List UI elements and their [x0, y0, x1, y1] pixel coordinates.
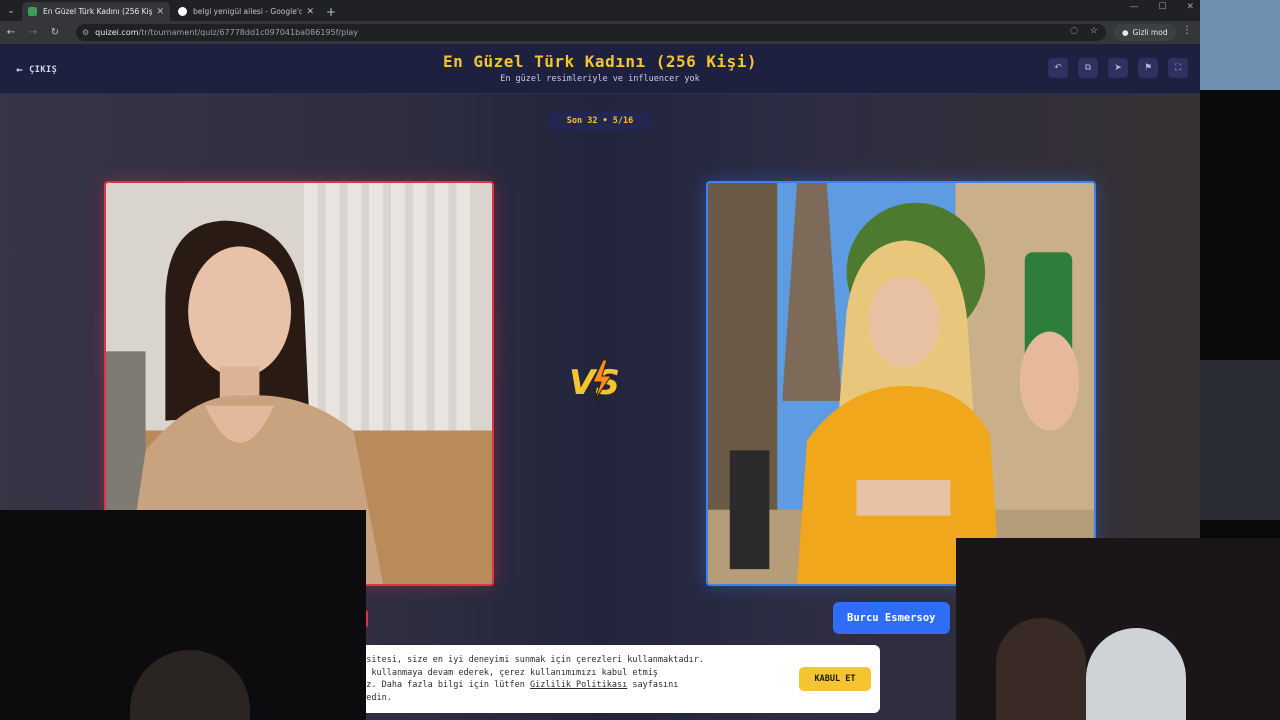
- address-bar[interactable]: ⚙ quizei.com/tr/tournament/quiz/67778dd1…: [76, 24, 1106, 41]
- flag-icon[interactable]: ⚑: [1138, 58, 1158, 78]
- right-name-button[interactable]: Burcu Esmersoy: [833, 602, 950, 634]
- tab-title: belgi yenigül ailesi - Google'da: [193, 7, 303, 16]
- quiz-title: En Güzel Türk Kadını (256 Kişi): [442, 52, 758, 71]
- tab-google[interactable]: belgi yenigül ailesi - Google'da ✕: [172, 2, 320, 21]
- maximize-icon[interactable]: ☐: [1158, 2, 1166, 12]
- versus-icon: VS: [569, 359, 620, 403]
- new-tab-button[interactable]: +: [322, 2, 340, 21]
- back-icon[interactable]: ←: [0, 27, 22, 38]
- webcam-overlay-left: [0, 510, 366, 720]
- forward-icon[interactable]: →: [22, 27, 44, 38]
- person-silhouette: [996, 618, 1086, 720]
- browser-tab-bar: ⌄ En Güzel Türk Kadını (256 Kişi) ✕ belg…: [0, 0, 1200, 21]
- tab-title: En Güzel Türk Kadını (256 Kişi): [43, 7, 153, 16]
- quiz-favicon-icon: [28, 7, 37, 16]
- screen: ⌄ En Güzel Türk Kadını (256 Kişi) ✕ belg…: [0, 0, 1280, 720]
- site-info-icon[interactable]: ⚙: [82, 28, 89, 37]
- bookmark-star-icon[interactable]: ☆: [1090, 26, 1098, 36]
- close-tab-icon[interactable]: ✕: [306, 7, 314, 17]
- close-tab-icon[interactable]: ✕: [156, 7, 164, 17]
- side-thumbnail: [1200, 360, 1280, 520]
- side-thumbnail: [1200, 0, 1280, 90]
- fullscreen-icon[interactable]: ⛶: [1168, 58, 1188, 78]
- site-header: ← ÇIKIŞ En Güzel Türk Kadını (256 Kişi) …: [0, 44, 1200, 94]
- window-controls: — ☐ ✕: [1129, 2, 1194, 12]
- google-favicon-icon: [178, 7, 187, 16]
- share-icon[interactable]: ⧉: [1078, 58, 1098, 78]
- eye-off-icon[interactable]: ◌: [1070, 26, 1078, 36]
- tab-search-icon[interactable]: ⌄: [0, 0, 22, 21]
- webcam-overlay-right: [956, 538, 1280, 720]
- round-indicator: Son 32 • 5/16: [547, 111, 653, 131]
- right-candidate-image: [708, 183, 1094, 584]
- quiz-subtitle: En güzel resimleriyle ve influencer yok: [500, 74, 700, 84]
- url-text: quizei.com/tr/tournament/quiz/67778dd1c0…: [95, 28, 359, 37]
- right-candidate-card[interactable]: [706, 181, 1096, 586]
- send-icon[interactable]: ➤: [1108, 58, 1128, 78]
- person-silhouette: [130, 650, 250, 720]
- browser-toolbar: ← → ↻ ⚙ quizei.com/tr/tournament/quiz/67…: [0, 21, 1200, 44]
- incognito-badge[interactable]: ● Gizli mod: [1114, 24, 1176, 41]
- svg-text:VS: VS: [569, 363, 620, 403]
- minimize-icon[interactable]: —: [1129, 2, 1138, 12]
- incognito-icon: ●: [1122, 28, 1129, 37]
- accept-cookies-button[interactable]: KABUL ET: [799, 667, 871, 691]
- cookie-banner: e sitesi, size en iyi deneyimi sunmak iç…: [340, 645, 880, 713]
- reload-icon[interactable]: ↻: [44, 27, 66, 38]
- header-actions: ↶ ⧉ ➤ ⚑ ⛶: [1048, 58, 1188, 78]
- tab-active[interactable]: En Güzel Türk Kadını (256 Kişi) ✕: [22, 2, 170, 21]
- undo-icon[interactable]: ↶: [1048, 58, 1068, 78]
- person-silhouette: [1086, 628, 1186, 720]
- browser-menu-icon[interactable]: ⋮: [1182, 25, 1192, 36]
- cookie-text: e sitesi, size en iyi deneyimi sunmak iç…: [356, 655, 704, 703]
- close-window-icon[interactable]: ✕: [1186, 2, 1194, 12]
- privacy-policy-link[interactable]: Gizlilik Politikası: [530, 680, 627, 690]
